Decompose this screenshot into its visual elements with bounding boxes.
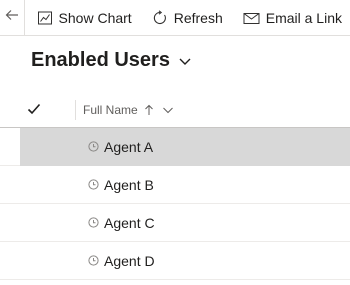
refresh-button[interactable]: Refresh: [140, 0, 231, 36]
table-row[interactable]: Agent D: [0, 242, 350, 280]
refresh-label: Refresh: [173, 9, 223, 26]
status-clock-icon: [88, 141, 99, 152]
column-header-full-name[interactable]: Full Name: [83, 92, 174, 128]
status-clock-icon: [88, 255, 99, 266]
back-button[interactable]: [0, 0, 25, 36]
selected-row-highlight: [20, 128, 350, 166]
row-full-name[interactable]: Agent B: [104, 166, 154, 204]
mail-icon: [243, 10, 260, 26]
arrow-up-icon: [144, 104, 154, 116]
show-chart-label: Show Chart: [58, 9, 132, 26]
table-row[interactable]: Agent B: [0, 166, 350, 204]
arrow-left-icon: [4, 7, 20, 28]
row-full-name[interactable]: Agent C: [104, 204, 155, 242]
row-full-name[interactable]: Agent A: [104, 128, 153, 166]
row-full-name[interactable]: Agent D: [104, 242, 155, 280]
show-chart-button[interactable]: Show Chart: [25, 0, 140, 36]
chevron-down-icon[interactable]: [162, 106, 174, 114]
refresh-icon: [152, 9, 168, 26]
email-link-button[interactable]: Email a Link: [231, 0, 350, 36]
view-selector[interactable]: Enabled Users: [31, 49, 192, 72]
column-header-label: Full Name: [83, 103, 138, 117]
status-clock-icon: [88, 179, 99, 190]
column-divider: [75, 100, 76, 120]
email-link-label: Email a Link: [265, 9, 342, 26]
checkmark-icon[interactable]: [27, 102, 41, 121]
grid-rows: Agent A Agent B Agent C Agent D: [0, 128, 350, 280]
command-bar: Show Chart Refresh Email a Link: [0, 0, 350, 36]
chart-icon: [37, 10, 53, 26]
table-row[interactable]: Agent A: [0, 128, 350, 166]
chevron-down-icon: [178, 56, 192, 66]
status-clock-icon: [88, 217, 99, 228]
table-row[interactable]: Agent C: [0, 204, 350, 242]
view-title: Enabled Users: [31, 49, 170, 71]
grid-header: Full Name: [0, 92, 350, 128]
